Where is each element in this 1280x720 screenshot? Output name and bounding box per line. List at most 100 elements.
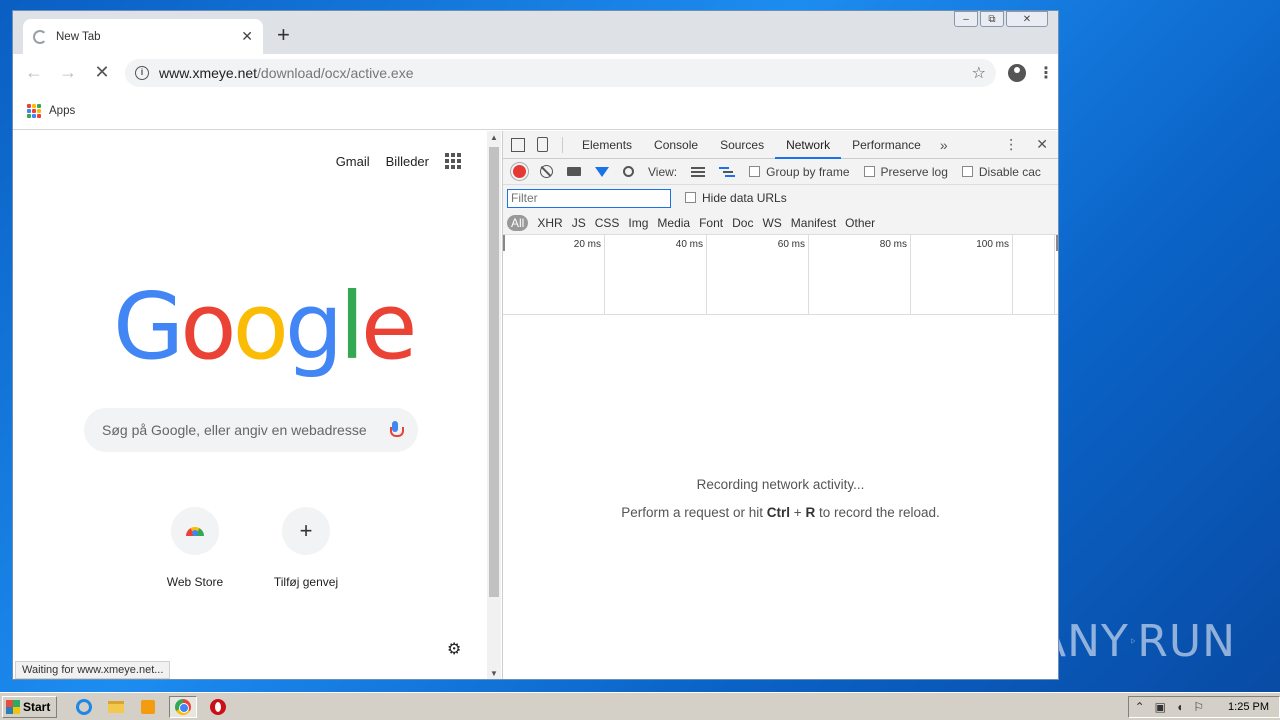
clock[interactable]: 1:25 PM <box>1228 701 1269 713</box>
tab-console[interactable]: Console <box>643 131 709 159</box>
large-rows-icon[interactable] <box>691 166 706 177</box>
more-tabs-chevron-icon[interactable]: » <box>932 137 956 153</box>
inspect-element-icon[interactable] <box>511 137 525 152</box>
overview-icon[interactable] <box>719 166 735 177</box>
taskbar: Start ⌃ ▣ ◖ ⚐ 1:25 PM <box>0 692 1280 720</box>
tab-elements[interactable]: Elements <box>571 131 643 159</box>
timeline-right-handle[interactable] <box>1056 235 1058 251</box>
new-tab-page: Gmail Billeder Google Søg på Google, ell… <box>13 131 487 679</box>
type-filter-all[interactable]: All <box>507 214 529 231</box>
images-link[interactable]: Billeder <box>386 154 429 169</box>
type-filter-doc[interactable]: Doc <box>732 216 753 230</box>
network-toolbar: View: Group by frame Preserve log Disabl… <box>503 159 1058 185</box>
anyrun-watermark: ANY RUN <box>1036 608 1236 674</box>
timeline-tick: 60 ms <box>707 235 809 315</box>
page-scrollbar[interactable]: ▲ ▼ <box>487 131 501 679</box>
timeline-tick: 20 ms <box>503 235 605 315</box>
chrome-menu-icon[interactable]: ⋮ <box>1038 63 1054 83</box>
logo-letter: g <box>284 273 343 380</box>
logo-letter: e <box>360 273 418 380</box>
r-key: R <box>805 505 816 520</box>
shortcut-tile <box>171 507 219 555</box>
browser-tab[interactable]: New Tab ✕ <box>23 19 263 54</box>
stop-loading-button[interactable]: ✕ <box>91 62 113 83</box>
network-tray-icon[interactable]: ▣ <box>1155 700 1166 714</box>
scroll-up-arrow-icon[interactable]: ▲ <box>487 133 501 142</box>
url-text: www.xmeye.net/download/ocx/active.exe <box>159 65 413 81</box>
filter-icon[interactable] <box>595 166 609 177</box>
microphone-icon[interactable] <box>390 421 404 439</box>
ctrl-key: Ctrl <box>766 505 791 520</box>
type-filter-css[interactable]: CSS <box>595 216 620 230</box>
group-by-frame-checkbox[interactable]: Group by frame <box>749 165 850 179</box>
close-devtools-icon[interactable]: ✕ <box>1036 136 1048 153</box>
account-icon[interactable] <box>1008 63 1026 82</box>
apps-bookmark[interactable]: Apps <box>49 105 75 117</box>
minimize-button[interactable]: – <box>954 11 978 27</box>
recording-text: Recording network activity... <box>696 477 865 492</box>
content-area: Gmail Billeder Google Søg på Google, ell… <box>13 131 1058 679</box>
type-filter-font[interactable]: Font <box>699 216 723 230</box>
close-window-button[interactable]: ✕ <box>1006 11 1048 27</box>
hide-data-urls-checkbox[interactable]: Hide data URLs <box>685 191 787 205</box>
bookmark-star-icon[interactable]: ☆ <box>972 63 986 83</box>
shortcut-web-store[interactable]: Web Store <box>145 507 245 589</box>
restore-button[interactable]: ⧉ <box>980 11 1004 27</box>
chrome-webstore-icon <box>186 526 204 536</box>
type-filter-ws[interactable]: WS <box>762 216 781 230</box>
timeline-tick: 40 ms <box>605 235 707 315</box>
scroll-down-arrow-icon[interactable]: ▼ <box>487 669 501 678</box>
play-logo-icon <box>1131 638 1136 644</box>
windows-logo-icon <box>6 699 20 714</box>
tab-performance[interactable]: Performance <box>841 131 932 159</box>
opera-icon[interactable] <box>207 696 229 718</box>
back-button[interactable]: ← <box>23 62 45 83</box>
type-filter-other[interactable]: Other <box>845 216 875 230</box>
logo-letter: G <box>113 273 184 380</box>
divider <box>562 136 563 153</box>
clear-icon[interactable] <box>540 165 553 178</box>
type-filter-manifest[interactable]: Manifest <box>791 216 836 230</box>
preserve-log-checkbox[interactable]: Preserve log <box>863 165 948 179</box>
action-center-flag-icon[interactable]: ⚐ <box>1193 700 1204 714</box>
gmail-link[interactable]: Gmail <box>336 154 370 169</box>
explorer-folder-icon[interactable] <box>105 696 127 718</box>
url-path: /download/ocx/active.exe <box>257 64 414 81</box>
tab-sources[interactable]: Sources <box>709 131 775 159</box>
screenshot-camera-icon[interactable] <box>567 167 581 176</box>
internet-explorer-icon[interactable] <box>73 696 95 718</box>
disable-cache-checkbox[interactable]: Disable cac <box>961 165 1041 179</box>
tray-expand-icon[interactable]: ⌃ <box>1135 700 1145 714</box>
network-overview-timeline[interactable]: 20 ms 40 ms 60 ms 80 ms 100 ms <box>503 235 1058 315</box>
site-info-icon[interactable]: i <box>135 65 149 80</box>
watermark-text-right: RUN <box>1137 615 1236 667</box>
search-icon[interactable] <box>623 166 634 177</box>
tab-network[interactable]: Network <box>775 131 842 159</box>
address-bar[interactable]: i www.xmeye.net/download/ocx/active.exe … <box>125 58 996 87</box>
google-apps-grid-icon[interactable] <box>445 153 461 169</box>
apps-icon[interactable] <box>27 103 41 118</box>
devtools-menu-icon[interactable]: ⋮ <box>1004 136 1018 153</box>
search-box[interactable]: Søg på Google, eller angiv en webadresse <box>84 408 418 452</box>
new-tab-button[interactable]: + <box>277 23 290 47</box>
type-filter-media[interactable]: Media <box>657 216 690 230</box>
record-icon[interactable] <box>513 165 526 178</box>
filter-input[interactable] <box>507 188 671 208</box>
tab-close-icon[interactable]: ✕ <box>241 28 253 45</box>
shortcut-add[interactable]: + Tilføj genvej <box>256 507 356 589</box>
search-placeholder: Søg på Google, eller angiv en webadresse <box>102 422 367 438</box>
chrome-taskbar-icon[interactable] <box>169 695 198 718</box>
status-bubble: Waiting for www.xmeye.net... <box>15 661 171 679</box>
customize-gear-icon[interactable]: ⚙ <box>447 639 461 659</box>
desktop-wallpaper <box>1060 0 1280 692</box>
type-filter-js[interactable]: JS <box>572 216 586 230</box>
type-filter-xhr[interactable]: XHR <box>537 216 562 230</box>
start-label: Start <box>23 699 51 714</box>
forward-button[interactable]: → <box>57 62 79 83</box>
media-player-icon[interactable] <box>137 696 159 718</box>
start-button[interactable]: Start <box>2 695 58 718</box>
type-filter-img[interactable]: Img <box>628 216 648 230</box>
volume-icon[interactable]: ◖ <box>1176 700 1183 714</box>
scrollbar-thumb[interactable] <box>489 147 499 597</box>
device-toolbar-icon[interactable] <box>537 137 548 152</box>
